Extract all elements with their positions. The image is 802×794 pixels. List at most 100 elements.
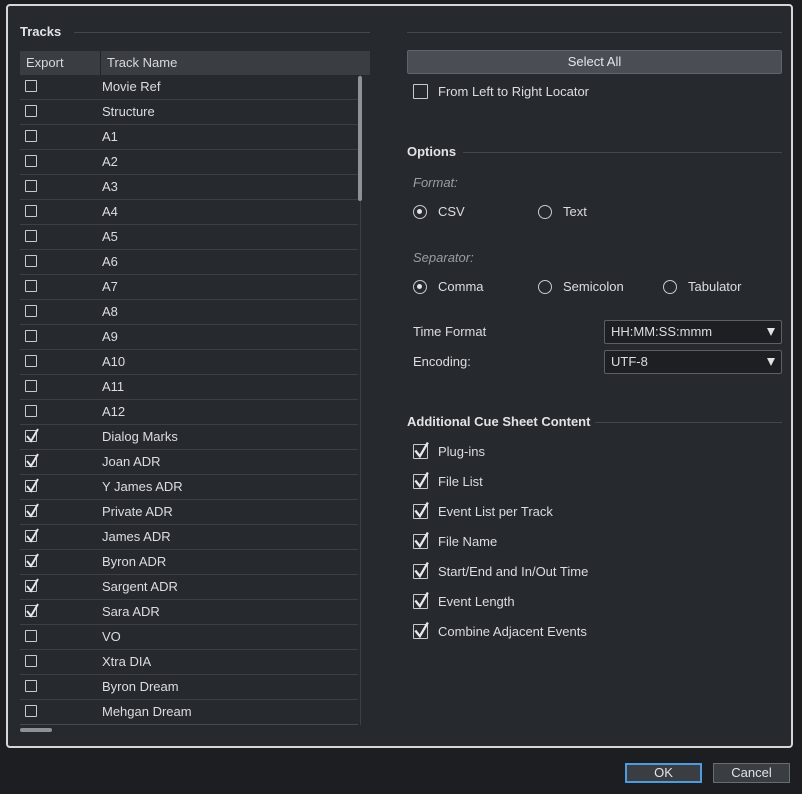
export-checkbox[interactable] [25,428,39,443]
content-option-checkbox[interactable] [413,441,429,459]
separator-semicolon-radio[interactable] [538,280,552,294]
table-row[interactable]: Structure [20,100,358,125]
table-row[interactable]: A4 [20,200,358,225]
export-checkbox[interactable] [25,453,39,468]
tracks-vertical-scrollbar[interactable] [358,76,362,201]
format-csv-label[interactable]: CSV [438,204,465,219]
table-row[interactable]: Byron ADR [20,550,358,575]
table-row[interactable]: A5 [20,225,358,250]
export-checkbox[interactable] [25,355,37,367]
select-all-button[interactable]: Select All [407,50,782,74]
export-checkbox[interactable] [25,705,37,717]
content-option-checkbox[interactable] [413,531,429,549]
export-checkbox[interactable] [25,130,37,142]
export-checkbox[interactable] [25,578,39,593]
export-checkbox[interactable] [25,155,37,167]
time-format-select[interactable]: HH:MM:SS:mmm [604,320,782,344]
checkmark-icon [414,501,429,519]
content-option-checkbox[interactable] [413,501,429,519]
locator-label[interactable]: From Left to Right Locator [438,84,589,99]
table-row[interactable]: Movie Ref [20,75,358,100]
track-name: Private ADR [102,504,173,519]
export-checkbox[interactable] [25,305,37,317]
content-option-checkbox[interactable] [413,561,429,579]
table-row[interactable]: A9 [20,325,358,350]
col-export-header[interactable]: Export [26,51,64,75]
col-track-name-header[interactable]: Track Name [107,51,177,75]
track-name: Sara ADR [102,604,160,619]
ok-button[interactable]: OK [625,763,702,783]
content-option-checkbox[interactable] [413,621,429,639]
format-text-label[interactable]: Text [563,204,587,219]
export-checkbox[interactable] [25,603,39,618]
separator-comma-radio[interactable] [413,280,427,294]
export-checkbox[interactable] [25,630,37,642]
export-checkbox[interactable] [25,280,37,292]
table-row[interactable]: A12 [20,400,358,425]
table-row[interactable]: VO [20,625,358,650]
export-checkbox[interactable] [25,553,39,568]
track-name: A11 [102,379,125,394]
content-option-label[interactable]: File List [438,474,483,489]
table-row[interactable]: Sargent ADR [20,575,358,600]
tracks-section-title: Tracks [20,24,62,39]
content-section-title: Additional Cue Sheet Content [407,414,591,429]
export-checkbox[interactable] [25,230,37,242]
cancel-button[interactable]: Cancel [713,763,790,783]
table-row[interactable]: A8 [20,300,358,325]
table-row[interactable]: James ADR [20,525,358,550]
table-row[interactable]: A10 [20,350,358,375]
table-row[interactable]: Dialog Marks [20,425,358,450]
separator-tabulator-label[interactable]: Tabulator [688,279,741,294]
export-checkbox[interactable] [25,528,39,543]
table-row[interactable]: Byron Dream [20,675,358,700]
export-checkbox[interactable] [25,255,37,267]
encoding-select[interactable]: UTF-8 [604,350,782,374]
table-row[interactable]: A11 [20,375,358,400]
checkmark-icon [414,441,429,459]
content-option-label[interactable]: Event Length [438,594,515,609]
content-option-label[interactable]: Start/End and In/Out Time [438,564,588,579]
table-row[interactable]: Y James ADR [20,475,358,500]
format-text-radio[interactable] [538,205,552,219]
table-row[interactable]: Private ADR [20,500,358,525]
table-row[interactable]: A3 [20,175,358,200]
time-format-label: Time Format [413,324,487,339]
checkmark-icon [26,578,39,593]
track-name: Mehgan Dream [102,704,192,719]
table-row[interactable]: Joan ADR [20,450,358,475]
export-checkbox[interactable] [25,380,37,392]
content-option-label[interactable]: File Name [438,534,497,549]
table-row[interactable]: A7 [20,275,358,300]
checkmark-icon [26,503,39,518]
export-checkbox[interactable] [25,180,37,192]
export-checkbox[interactable] [25,503,39,518]
export-checkbox[interactable] [25,478,39,493]
locator-checkbox[interactable] [413,84,428,99]
checkmark-icon [414,531,429,549]
table-row[interactable]: A2 [20,150,358,175]
table-row[interactable]: A6 [20,250,358,275]
options-title-rule [463,152,782,153]
table-row[interactable]: Xtra DIA [20,650,358,675]
export-checkbox[interactable] [25,80,37,92]
tracks-horizontal-scrollbar[interactable] [20,728,52,732]
separator-tabulator-radio[interactable] [663,280,677,294]
table-row[interactable]: Sara ADR [20,600,358,625]
export-checkbox[interactable] [25,405,37,417]
export-checkbox[interactable] [25,205,37,217]
format-csv-radio[interactable] [413,205,427,219]
content-option-label[interactable]: Event List per Track [438,504,553,519]
export-checkbox[interactable] [25,105,37,117]
separator-comma-label[interactable]: Comma [438,279,484,294]
content-option-checkbox[interactable] [413,471,429,489]
content-option-label[interactable]: Plug-ins [438,444,485,459]
content-option-label[interactable]: Combine Adjacent Events [438,624,587,639]
export-checkbox[interactable] [25,655,37,667]
separator-semicolon-label[interactable]: Semicolon [563,279,624,294]
export-checkbox[interactable] [25,680,37,692]
table-row[interactable]: Mehgan Dream [20,700,358,725]
table-row[interactable]: A1 [20,125,358,150]
export-checkbox[interactable] [25,330,37,342]
content-option-checkbox[interactable] [413,591,429,609]
